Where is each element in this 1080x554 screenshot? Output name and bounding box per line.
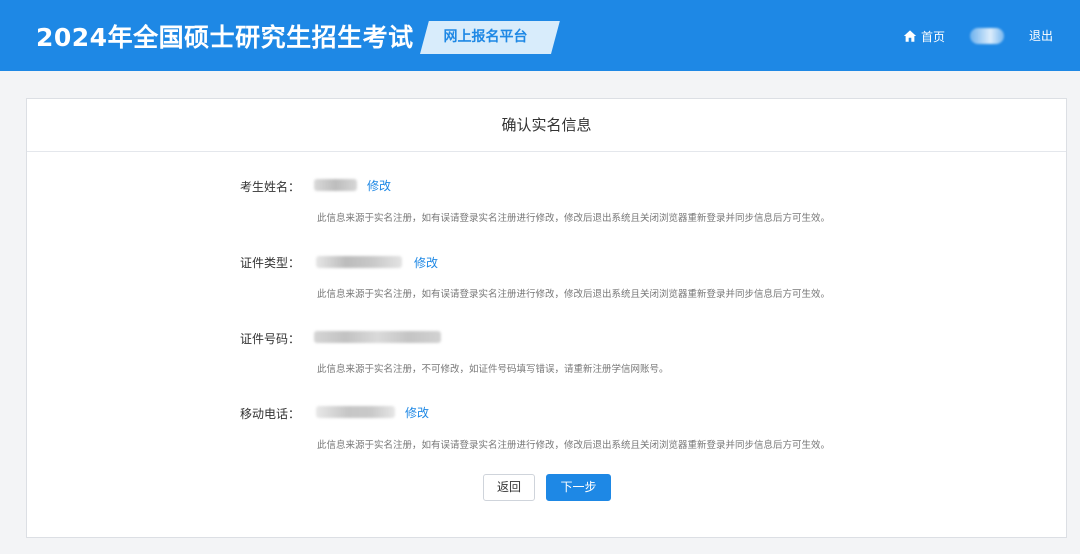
home-link-label: 首页 bbox=[921, 29, 946, 44]
user-avatar[interactable] bbox=[970, 28, 1004, 44]
field-hint-mobile: 此信息来源于实名注册，如有误请登录实名注册进行修改，修改后退出系统且关闭浏览器重… bbox=[317, 440, 831, 451]
edit-id-type-link[interactable]: 修改 bbox=[414, 254, 438, 271]
next-step-button[interactable]: 下一步 bbox=[546, 474, 611, 501]
back-button[interactable]: 返回 bbox=[483, 474, 535, 501]
field-label-mobile: 移动电话： bbox=[239, 407, 300, 421]
platform-badge: 网上报名平台 bbox=[420, 21, 560, 54]
field-value-id-number bbox=[314, 331, 441, 343]
field-label-id-type: 证件类型： bbox=[239, 256, 300, 270]
field-label-name: 考生姓名： bbox=[239, 180, 300, 194]
platform-badge-label: 网上报名平台 bbox=[443, 29, 528, 45]
field-value-id-type bbox=[316, 256, 402, 268]
edit-name-link[interactable]: 修改 bbox=[367, 177, 391, 194]
edit-mobile-link[interactable]: 修改 bbox=[405, 404, 429, 421]
field-hint-id-type: 此信息来源于实名注册，如有误请登录实名注册进行修改，修改后退出系统且关闭浏览器重… bbox=[317, 289, 831, 300]
real-name-info-card: 确认实名信息 考生姓名： 修改 此信息来源于实名注册，如有误请登录实名注册进行修… bbox=[26, 98, 1067, 538]
field-value-mobile bbox=[316, 406, 395, 418]
field-value-name bbox=[314, 179, 357, 191]
site-title: 2024年全国硕士研究生招生考试 bbox=[36, 23, 414, 52]
card-title: 确认实名信息 bbox=[27, 99, 1066, 152]
logout-link[interactable]: 退出 bbox=[1029, 27, 1053, 45]
field-hint-name: 此信息来源于实名注册，如有误请登录实名注册进行修改，修改后退出系统且关闭浏览器重… bbox=[317, 213, 831, 224]
field-label-id-number: 证件号码： bbox=[239, 332, 300, 346]
top-header: 2024年全国硕士研究生招生考试 网上报名平台 首页 退出 bbox=[0, 0, 1080, 71]
field-hint-id-number: 此信息来源于实名注册，不可修改，如证件号码填写错误，请重新注册学信网账号。 bbox=[317, 364, 669, 375]
home-icon bbox=[903, 30, 917, 42]
home-link[interactable]: 首页 bbox=[903, 27, 945, 45]
